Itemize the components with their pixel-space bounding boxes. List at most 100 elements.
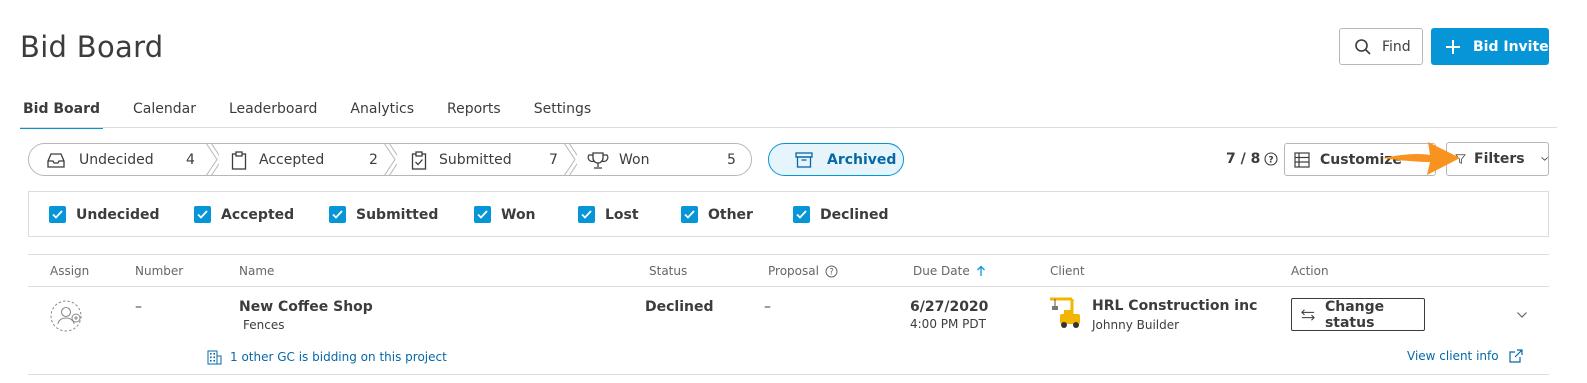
tab-leaderboard[interactable]: Leaderboard [226, 101, 320, 129]
help-icon[interactable]: ? [1264, 152, 1278, 166]
table-row[interactable]: – New Coffee Shop Fences Declined – 6/27… [28, 287, 1549, 375]
stage-count: 2 [369, 152, 378, 168]
find-button[interactable]: Find [1339, 28, 1423, 65]
change-status-label: Change status [1324, 298, 1385, 331]
stage-label: Won [619, 152, 650, 168]
filter-label: Declined [820, 206, 889, 223]
filter-undecided[interactable]: Undecided [49, 206, 160, 223]
tabs-divider [20, 127, 1557, 128]
change-status-button[interactable]: Change status [1291, 298, 1425, 331]
client-logo-icon [1050, 297, 1080, 328]
archived-button[interactable]: Archived [768, 143, 904, 176]
table-header: Assign Number Name Status Proposal ? Due… [28, 254, 1549, 287]
filter-label: Lost [605, 206, 639, 223]
archive-box-icon [795, 151, 813, 168]
status-filter-panel: Undecided Accepted Submitted Won Lost Ot… [28, 191, 1549, 237]
view-client-info-link[interactable]: View client info [1407, 349, 1523, 363]
trade-name: Fences [243, 318, 285, 332]
filter-label: Other [708, 206, 753, 223]
project-name-link[interactable]: New Coffee Shop [239, 299, 373, 315]
column-number[interactable]: Number [135, 264, 183, 278]
filter-label: Won [501, 206, 536, 223]
column-due-date[interactable]: Due Date [913, 264, 986, 278]
filter-won[interactable]: Won [474, 206, 536, 223]
filter-submitted[interactable]: Submitted [329, 206, 438, 223]
checkbox-checked-icon[interactable] [793, 206, 810, 223]
bid-invite-button[interactable]: Bid Invite [1431, 28, 1549, 65]
external-link-icon [1508, 349, 1523, 363]
checkbox-checked-icon[interactable] [681, 206, 698, 223]
search-icon [1355, 38, 1371, 55]
result-count: 7 / 8 ? [1226, 151, 1278, 167]
plus-icon [1446, 39, 1460, 54]
checkbox-checked-icon[interactable] [194, 206, 211, 223]
result-count-text: 7 / 8 [1226, 151, 1261, 167]
stage-separator [384, 144, 397, 175]
filter-accepted[interactable]: Accepted [194, 206, 294, 223]
filter-label: Accepted [221, 206, 295, 223]
filters-label: Filters [1474, 151, 1525, 167]
sort-ascending-arrow-icon [976, 265, 985, 276]
gc-bidding-text: 1 other GC is bidding on this project [230, 350, 447, 364]
column-proposal[interactable]: Proposal ? [768, 264, 838, 278]
column-proposal-label: Proposal [768, 264, 819, 278]
stage-accepted[interactable]: Accepted 2 [217, 144, 389, 175]
client-contact: Johnny Builder [1092, 318, 1180, 332]
gc-bidding-link[interactable]: 1 other GC is bidding on this project [206, 349, 447, 365]
stage-separator [564, 144, 577, 175]
clipboard-icon [231, 151, 247, 170]
proposal-value: – [764, 299, 771, 315]
column-assign[interactable]: Assign [50, 264, 89, 278]
stage-won[interactable]: Won 5 [577, 144, 751, 175]
assign-user-icon[interactable] [49, 300, 85, 332]
tab-calendar[interactable]: Calendar [130, 101, 199, 129]
stage-count: 5 [727, 152, 736, 168]
stage-submitted[interactable]: Submitted 7 [397, 144, 569, 175]
svg-text:?: ? [829, 267, 834, 277]
checkbox-checked-icon[interactable] [49, 206, 66, 223]
find-label: Find [1382, 38, 1411, 55]
filter-label: Submitted [356, 206, 439, 223]
building-icon [207, 350, 222, 365]
inbox-icon [47, 153, 65, 168]
table-columns-icon [1294, 151, 1310, 168]
main-tabs: Bid Board Calendar Leaderboard Analytics… [20, 101, 621, 129]
checkbox-checked-icon[interactable] [329, 206, 346, 223]
stage-count: 7 [549, 152, 558, 168]
swap-arrows-icon [1301, 308, 1315, 321]
bid-number: – [135, 299, 142, 315]
tab-reports[interactable]: Reports [444, 101, 504, 129]
archived-label: Archived [827, 151, 897, 168]
status-value: Declined [645, 299, 714, 315]
pipeline-stages: Undecided 4 Accepted 2 Submitted 7 Won 5 [28, 143, 752, 176]
filter-other[interactable]: Other [681, 206, 753, 223]
filter-declined[interactable]: Declined [793, 206, 889, 223]
column-status[interactable]: Status [649, 264, 687, 278]
trophy-icon [587, 152, 609, 169]
svg-text:?: ? [1269, 156, 1274, 166]
view-client-info-text: View client info [1407, 349, 1499, 363]
due-date: 6/27/2020 [910, 299, 989, 315]
checkbox-checked-icon[interactable] [474, 206, 491, 223]
tab-analytics[interactable]: Analytics [347, 101, 417, 129]
column-due-date-label: Due Date [913, 264, 970, 278]
column-client[interactable]: Client [1050, 264, 1085, 278]
column-name[interactable]: Name [239, 264, 274, 278]
filter-label: Undecided [76, 206, 160, 223]
chevron-down-icon [1540, 157, 1548, 161]
bid-invite-label: Bid Invite [1473, 38, 1549, 55]
stage-count: 4 [186, 152, 195, 168]
tab-bid-board[interactable]: Bid Board [20, 101, 104, 129]
client-name[interactable]: HRL Construction inc [1092, 298, 1257, 314]
checkbox-checked-icon[interactable] [578, 206, 595, 223]
stage-undecided[interactable]: Undecided 4 [29, 144, 209, 175]
annotation-arrow-icon [1382, 142, 1460, 175]
stage-label: Undecided [79, 152, 154, 168]
due-time: 4:00 PM PDT [910, 317, 986, 331]
filter-lost[interactable]: Lost [578, 206, 639, 223]
expand-row-chevron-icon[interactable] [1516, 311, 1528, 319]
stage-label: Accepted [259, 152, 325, 168]
column-action: Action [1291, 264, 1329, 278]
help-icon[interactable]: ? [825, 265, 838, 278]
tab-settings[interactable]: Settings [531, 101, 594, 129]
